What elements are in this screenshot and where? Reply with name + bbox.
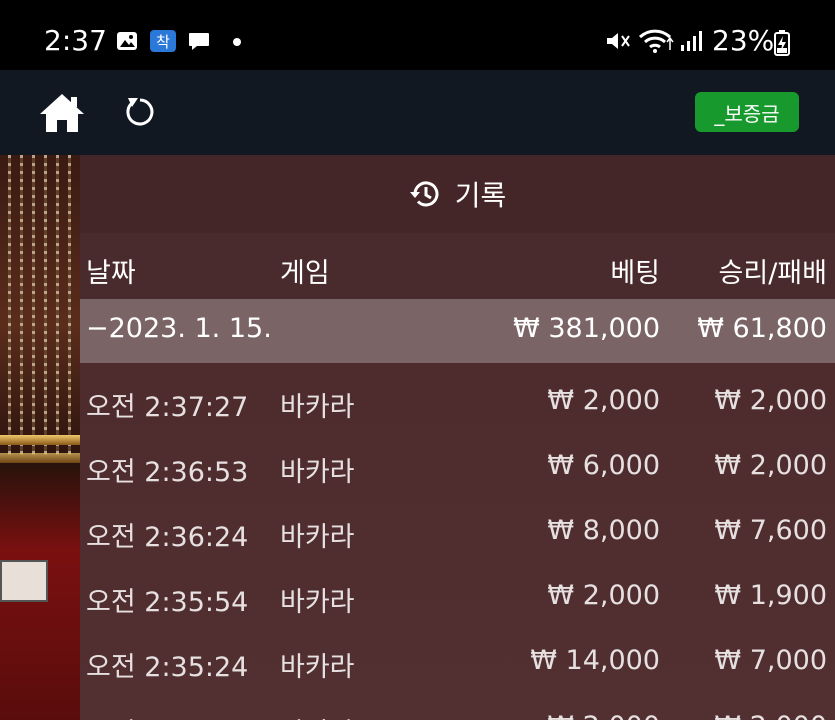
history-icon bbox=[409, 181, 439, 207]
svg-text:착: 착 bbox=[156, 33, 170, 51]
table-row[interactable]: 오전 2:34:51 바카라 ₩ 2,000 ₩ 2,000 bbox=[80, 695, 835, 720]
history-header: 기록 bbox=[80, 155, 835, 233]
home-icon[interactable] bbox=[38, 92, 86, 134]
column-date: 날짜 bbox=[86, 258, 136, 289]
row-bet: ₩ 2,000 bbox=[547, 385, 660, 416]
row-time: 오전 2:37:27 bbox=[86, 392, 249, 423]
row-time: 오전 2:36:53 bbox=[86, 457, 249, 488]
message-icon bbox=[189, 33, 209, 50]
row-win-loss: ₩ 2,000 bbox=[714, 450, 827, 481]
history-title: 기록 bbox=[454, 179, 507, 212]
row-game: 바카라 bbox=[280, 392, 355, 423]
row-game: 바카라 bbox=[280, 457, 355, 488]
row-time: 오전 2:35:24 bbox=[86, 652, 249, 683]
summary-date: −2023. 1. 15. bbox=[86, 313, 272, 344]
row-game: 바카라 bbox=[280, 652, 355, 683]
history-panel: 기록 날짜 게임 베팅 승리/패배 −2023. 1. 15. ₩ 381,00… bbox=[80, 155, 835, 720]
row-bet: ₩ 2,000 bbox=[547, 580, 660, 611]
row-time: 오전 2:36:24 bbox=[86, 522, 249, 553]
wifi-icon bbox=[638, 29, 674, 53]
table-row[interactable]: 오전 2:35:24 바카라 ₩ 14,000 ₩ 7,000 bbox=[80, 629, 835, 694]
column-game: 게임 bbox=[280, 258, 330, 289]
date-summary-row[interactable]: −2023. 1. 15. ₩ 381,000 ₩ 61,800 bbox=[80, 299, 835, 363]
row-game: 바카라 bbox=[280, 711, 355, 720]
row-win-loss: ₩ 2,000 bbox=[714, 711, 827, 720]
notification-dot bbox=[233, 38, 241, 46]
row-win-loss: ₩ 7,600 bbox=[714, 515, 827, 546]
row-game: 바카라 bbox=[280, 522, 355, 553]
status-time: 2:37 bbox=[44, 24, 107, 57]
gallery-icon bbox=[117, 32, 137, 50]
table-row[interactable]: 오전 2:36:24 바카라 ₩ 8,000 ₩ 7,600 bbox=[80, 499, 835, 564]
top-toolbar: _보증금 bbox=[0, 70, 835, 155]
row-time: 오전 2:35:54 bbox=[86, 587, 249, 618]
mute-icon bbox=[607, 33, 630, 49]
row-win-loss: ₩ 2,000 bbox=[714, 385, 827, 416]
table-row[interactable]: 오전 2:36:53 바카라 ₩ 6,000 ₩ 2,000 bbox=[80, 434, 835, 499]
column-win-loss: 승리/패배 bbox=[718, 258, 827, 289]
deposit-button[interactable]: _보증금 bbox=[695, 92, 799, 132]
game-background bbox=[0, 155, 80, 720]
row-win-loss: ₩ 7,000 bbox=[714, 645, 827, 676]
row-bet: ₩ 6,000 bbox=[547, 450, 660, 481]
row-win-loss: ₩ 1,900 bbox=[714, 580, 827, 611]
table-header: 날짜 게임 베팅 승리/패배 bbox=[80, 233, 835, 299]
reload-icon[interactable] bbox=[122, 94, 158, 130]
summary-win-loss: ₩ 61,800 bbox=[697, 313, 827, 344]
row-bet: ₩ 14,000 bbox=[530, 645, 660, 676]
status-bar: 2:37 착 23% bbox=[0, 0, 835, 70]
row-bet: ₩ 8,000 bbox=[547, 515, 660, 546]
row-time: 오전 2:34:51 bbox=[86, 711, 248, 720]
card-shoe bbox=[0, 560, 48, 602]
signal-icon bbox=[681, 31, 702, 51]
row-game: 바카라 bbox=[280, 587, 355, 618]
table-row[interactable]: 오전 2:37:27 바카라 ₩ 2,000 ₩ 2,000 bbox=[80, 369, 835, 434]
summary-bet: ₩ 381,000 bbox=[513, 313, 660, 344]
row-bet: ₩ 2,000 bbox=[547, 711, 660, 720]
table-row[interactable]: 오전 2:35:54 바카라 ₩ 2,000 ₩ 1,900 bbox=[80, 564, 835, 629]
battery-percent: 23% bbox=[712, 24, 775, 57]
battery-icon bbox=[774, 30, 790, 56]
column-bet: 베팅 bbox=[610, 258, 660, 289]
app-notification-icon: 착 bbox=[150, 30, 176, 52]
